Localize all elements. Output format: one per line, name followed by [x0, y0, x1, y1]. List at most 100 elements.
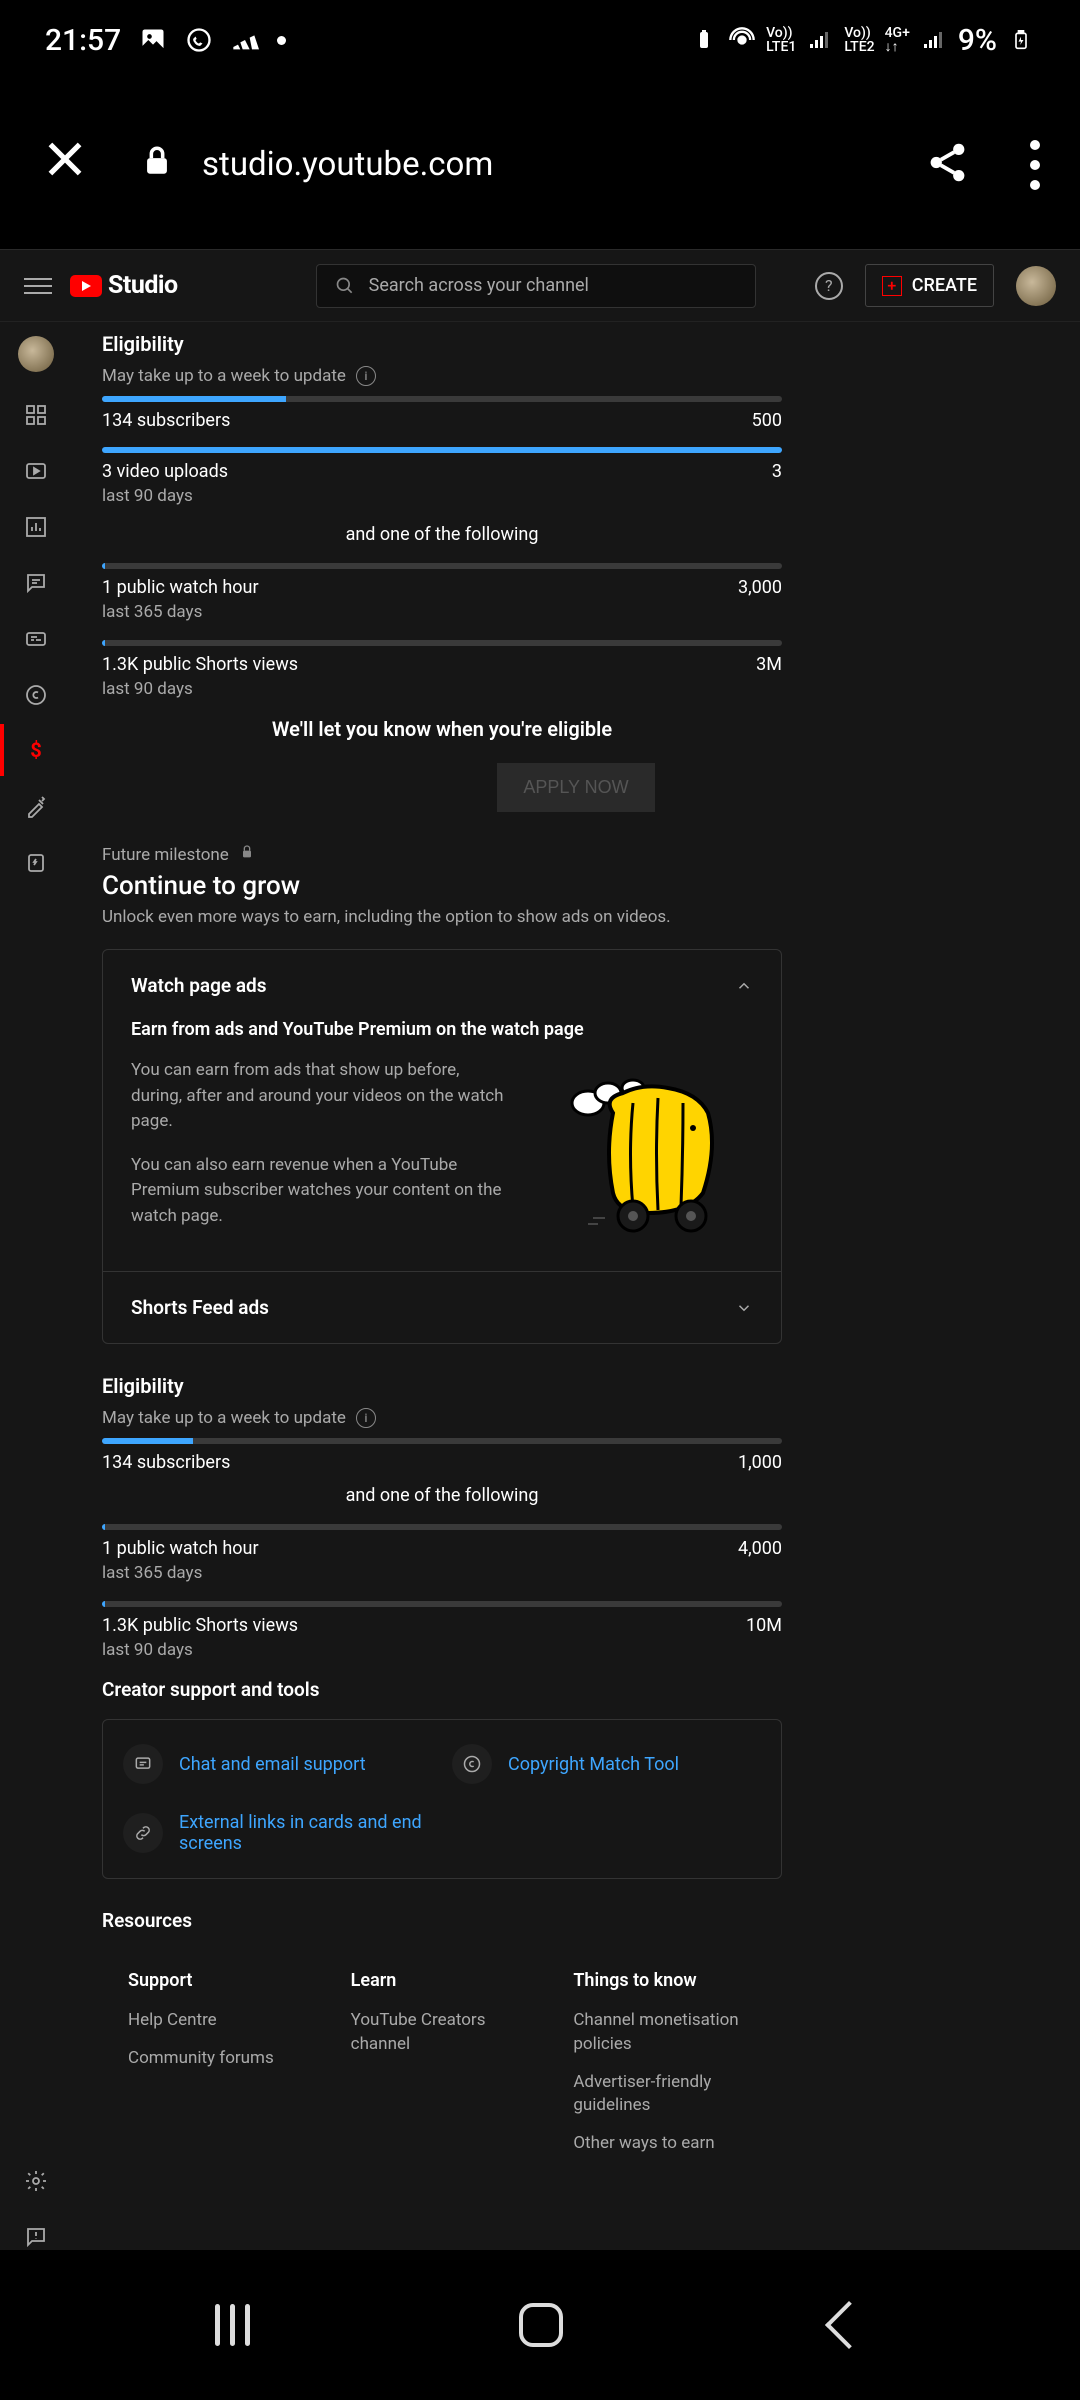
url-text: studio.youtube.com: [202, 145, 493, 184]
home-button[interactable]: [519, 2303, 563, 2347]
shorts2-sub: last 90 days: [102, 1640, 1050, 1660]
milestone-head: Future milestone: [102, 844, 1050, 865]
earn-icon[interactable]: $: [23, 738, 49, 764]
tool-chat-support[interactable]: Chat and email support: [123, 1744, 432, 1784]
browser-bar: studio.youtube.com: [0, 80, 1080, 250]
info-icon[interactable]: i: [356, 1408, 376, 1428]
lock-icon: [140, 144, 174, 186]
status-bar: 21:57 Vo))LTE1 Vo))LTE2 4G+↓↑ 9%: [0, 0, 1080, 80]
tool-external-links[interactable]: External links in cards and end screens: [123, 1812, 432, 1854]
audio-icon[interactable]: [23, 850, 49, 876]
chevron-down-icon: [735, 1299, 753, 1317]
menu-button[interactable]: [24, 278, 52, 294]
grow-sub: Unlock even more ways to earn, including…: [102, 907, 1050, 927]
tools-title: Creator support and tools: [102, 1678, 1050, 1701]
content-icon[interactable]: [23, 458, 49, 484]
youtube-icon: [70, 275, 102, 297]
subs-metric: 134 subscribers 500: [102, 410, 782, 431]
eligibility2-note: May take up to a week to update i: [102, 1408, 1050, 1428]
popcorn-illustration: [533, 1058, 753, 1238]
status-time: 21:57: [45, 23, 121, 58]
chat-icon: [123, 1744, 163, 1784]
studio-text: Studio: [108, 271, 178, 300]
eligible-message: We'll let you know when you're eligible: [102, 717, 782, 741]
android-nav-bar: [0, 2250, 1080, 2400]
lte2-label: Vo))LTE2: [844, 26, 874, 54]
divider-text: and one of the following: [102, 524, 782, 545]
create-plus-icon: +: [882, 276, 902, 296]
milestone-lock-icon: [239, 844, 255, 865]
battery-saver-icon: [690, 26, 718, 54]
dot-icon: [277, 36, 286, 45]
shorts2-metric: 1.3K public Shorts views 10M: [102, 1615, 782, 1636]
res-other-earn[interactable]: Other ways to earn: [573, 2132, 756, 2156]
watch-metric: 1 public watch hour 3,000: [102, 577, 782, 598]
resources-title: Resources: [102, 1909, 1050, 1932]
res-things-head: Things to know: [573, 1970, 756, 1991]
gallery-icon: [139, 26, 167, 54]
help-button[interactable]: ?: [815, 272, 843, 300]
sidebar: $: [0, 322, 72, 2250]
search-icon: [335, 276, 355, 296]
share-button[interactable]: [925, 140, 970, 189]
close-button[interactable]: [40, 134, 90, 196]
channel-avatar[interactable]: [18, 336, 54, 372]
app-header: Studio Search across your channel ? + CR…: [0, 250, 1080, 322]
watch-ads-toggle[interactable]: Watch page ads: [131, 974, 753, 997]
back-button[interactable]: [824, 2301, 872, 2349]
res-learn-head: Learn: [351, 1970, 534, 1991]
info-icon[interactable]: i: [356, 366, 376, 386]
copyright-tool-icon: [452, 1744, 492, 1784]
eligibility-note: May take up to a week to update i: [102, 366, 1050, 386]
watch-sub: last 365 days: [102, 602, 1050, 622]
create-button[interactable]: + CREATE: [865, 264, 994, 307]
feedback-icon[interactable]: [23, 2224, 49, 2250]
studio-logo[interactable]: Studio: [70, 271, 178, 300]
shorts-metric: 1.3K public Shorts views 3M: [102, 654, 782, 675]
adidas-icon: [231, 26, 259, 54]
svg-text:$: $: [30, 739, 41, 762]
analytics-icon[interactable]: [23, 514, 49, 540]
tools-card: Chat and email support Copyright Match T…: [102, 1719, 782, 1879]
signal2-icon: [920, 26, 948, 54]
more-menu-button[interactable]: [1030, 140, 1040, 190]
subs2-progress: [102, 1438, 782, 1444]
res-community[interactable]: Community forums: [128, 2047, 311, 2071]
apply-button[interactable]: APPLY NOW: [497, 763, 654, 812]
dashboard-icon[interactable]: [23, 402, 49, 428]
content[interactable]: Eligibility May take up to a week to upd…: [72, 322, 1080, 2250]
subtitles-icon[interactable]: [23, 626, 49, 652]
create-label: CREATE: [912, 275, 977, 296]
app: Studio Search across your channel ? + CR…: [0, 250, 1080, 2250]
battery-pct: 9%: [958, 23, 997, 58]
res-creators-channel[interactable]: YouTube Creators channel: [351, 2009, 534, 2057]
comments-icon[interactable]: [23, 570, 49, 596]
lte1-label: Vo))LTE1: [766, 26, 796, 54]
ads-card: Watch page ads Earn from ads and YouTube…: [102, 949, 782, 1344]
watch2-metric: 1 public watch hour 4,000: [102, 1538, 782, 1559]
url-bar[interactable]: studio.youtube.com: [140, 144, 875, 186]
uploads-progress: [102, 447, 782, 453]
watch2-progress: [102, 1524, 782, 1530]
tool-copyright[interactable]: Copyright Match Tool: [452, 1744, 761, 1784]
watch-ads-subtitle: Earn from ads and YouTube Premium on the…: [131, 1019, 753, 1040]
res-help-centre[interactable]: Help Centre: [128, 2009, 311, 2033]
uploads-metric: 3 video uploads 3: [102, 461, 782, 482]
battery-charging-icon: [1007, 26, 1035, 54]
customisation-icon[interactable]: [23, 794, 49, 820]
search-input[interactable]: Search across your channel: [316, 264, 756, 308]
watch-ads-p2: You can also earn revenue when a YouTube…: [131, 1153, 513, 1230]
subs2-metric: 134 subscribers 1,000: [102, 1452, 782, 1473]
recent-apps-button[interactable]: [215, 2304, 250, 2346]
copyright-icon[interactable]: [23, 682, 49, 708]
link-icon: [123, 1813, 163, 1853]
shorts-ads-toggle[interactable]: Shorts Feed ads: [131, 1296, 753, 1319]
watch2-sub: last 365 days: [102, 1563, 1050, 1583]
whatsapp-icon: [185, 26, 213, 54]
settings-icon[interactable]: [23, 2168, 49, 2194]
res-advertiser[interactable]: Advertiser-friendly guidelines: [573, 2071, 756, 2119]
avatar[interactable]: [1016, 266, 1056, 306]
shorts-progress: [102, 640, 782, 646]
res-monetisation[interactable]: Channel monetisation policies: [573, 2009, 756, 2057]
hotspot-icon: [728, 26, 756, 54]
